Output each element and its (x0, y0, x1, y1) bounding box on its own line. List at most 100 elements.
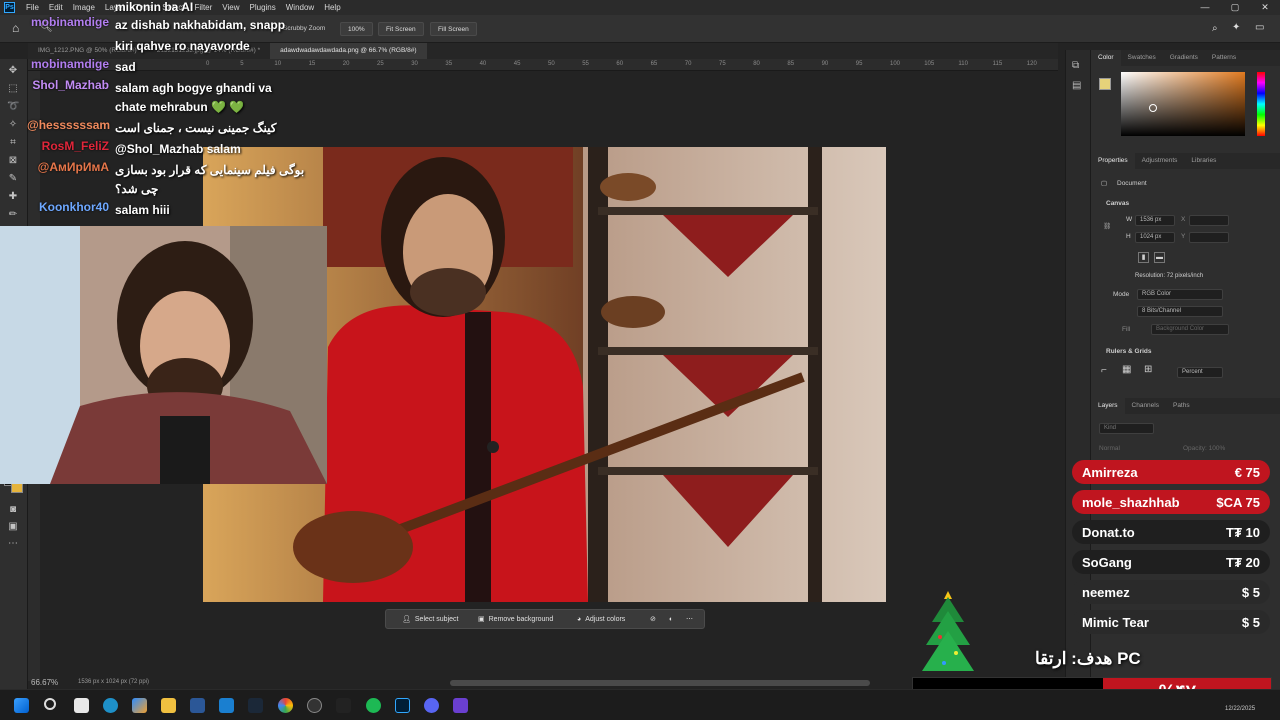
discord-icon[interactable] (424, 698, 439, 713)
layers-panel-tabs: Layers Channels Paths (1091, 398, 1280, 414)
maximize-button[interactable]: ▢ (1220, 0, 1250, 15)
move-tool-icon[interactable]: ✥ (7, 65, 19, 77)
chat-message: چی شد؟ (27, 179, 327, 199)
photoshop-taskbar-icon[interactable] (395, 698, 410, 713)
opacity-field[interactable]: Opacity: 100% (1183, 445, 1225, 452)
remove-background-button[interactable]: ▣ Remove background (478, 610, 553, 629)
landscape-icon[interactable]: ▬ (1154, 252, 1165, 263)
chat-username: @АмИрИмА (37, 160, 109, 174)
object-select-icon[interactable]: ✧ (7, 119, 19, 131)
taskbar-date: 12/22/2025 (1225, 706, 1256, 712)
edit-toolbar-icon[interactable]: ⋯ (7, 538, 19, 550)
eyedropper-icon[interactable]: ✎ (7, 173, 19, 185)
steam-icon[interactable] (248, 698, 263, 713)
chat-text: kiri qahve ro nayavorde (115, 39, 250, 53)
ruler-tick-label: 30 (411, 61, 418, 67)
hue-slider[interactable] (1257, 72, 1265, 136)
brush-tool-icon[interactable]: ✏ (7, 209, 19, 221)
more-options-icon[interactable]: ⋯ (686, 610, 693, 629)
tab-adjustments[interactable]: Adjustments (1135, 153, 1185, 169)
x-field[interactable] (1189, 215, 1229, 226)
donor-name: mole_shazhhab (1082, 494, 1180, 510)
minimize-button[interactable]: — (1190, 0, 1220, 15)
copilot-icon[interactable] (132, 698, 147, 713)
ruler-tick-label: 100 (890, 61, 901, 67)
height-field[interactable]: 1024 px (1135, 232, 1175, 243)
chat-username: @hessssssam (27, 118, 111, 132)
frame-tool-icon[interactable]: ⊠ (7, 155, 19, 167)
file-explorer-icon[interactable] (161, 698, 176, 713)
horizontal-scrollbar[interactable] (450, 680, 870, 686)
ruler-icon[interactable]: ⌐ (1101, 365, 1107, 376)
tab-color[interactable]: Color (1091, 50, 1121, 66)
color-picker-cursor[interactable] (1149, 104, 1157, 112)
mask-icon[interactable]: ⊘ (650, 610, 656, 629)
ruler-tick-label: 110 (958, 61, 968, 67)
spotify-icon[interactable] (366, 698, 381, 713)
adjustment-icon[interactable]: ◐ (669, 610, 673, 629)
canvas-section-title[interactable]: Canvas (1106, 200, 1129, 207)
rulers-grids-title[interactable]: Rulers & Grids (1106, 348, 1152, 355)
bit-depth-select[interactable]: 8 Bits/Channel (1137, 306, 1223, 317)
adjust-colors-button[interactable]: ◕ Adjust colors (577, 610, 625, 629)
search-icon[interactable]: ⌕ (1212, 23, 1218, 34)
blend-mode-select[interactable]: Normal (1099, 445, 1120, 452)
fit-screen-button[interactable]: Fit Screen (378, 22, 424, 36)
tab-channels[interactable]: Channels (1125, 398, 1166, 414)
layer-filter-input[interactable]: Kind (1099, 423, 1154, 434)
fill-select[interactable]: Background Color (1151, 324, 1229, 335)
workspace-icon[interactable]: ▭ (1255, 22, 1264, 33)
fill-screen-button[interactable]: Fill Screen (430, 22, 477, 36)
windows-start-icon[interactable] (14, 698, 29, 713)
tab-libraries[interactable]: Libraries (1184, 153, 1223, 169)
image-icon: ▣ (478, 616, 485, 623)
quick-mask-icon[interactable]: ◙ (7, 504, 19, 516)
tab-paths[interactable]: Paths (1166, 398, 1197, 414)
tab-patterns[interactable]: Patterns (1205, 50, 1243, 66)
tab-swatches[interactable]: Swatches (1121, 50, 1163, 66)
search-icon[interactable] (44, 698, 56, 710)
chat-message: @АмИрИмА بوگی فیلم سینمایی که قرار بود بس… (27, 160, 327, 180)
chat-text: کینگ جمینی نیست ، جمنای است (115, 121, 277, 135)
lasso-tool-icon[interactable]: ➰ (7, 101, 19, 113)
donation-item: mole_shazhhab $CA 75 (1072, 490, 1270, 514)
obs-icon[interactable] (307, 698, 322, 713)
home-icon[interactable]: ⌂ (12, 21, 19, 35)
tab-layers[interactable]: Layers (1091, 398, 1125, 414)
vscode-icon[interactable] (219, 698, 234, 713)
tab-gradients[interactable]: Gradients (1163, 50, 1205, 66)
edge-icon[interactable] (103, 698, 118, 713)
chrome-icon[interactable] (278, 698, 293, 713)
foreground-swatch[interactable] (1099, 78, 1111, 90)
word-icon[interactable] (190, 698, 205, 713)
ruler-tick-label: 25 (377, 61, 384, 67)
y-field[interactable] (1189, 232, 1229, 243)
color-field[interactable] (1121, 72, 1245, 136)
chat-message: mobinamdige sad (27, 57, 327, 77)
guides-icon[interactable]: ⊞ (1144, 364, 1152, 375)
history-icon[interactable]: ⧉ (1072, 60, 1079, 71)
chat-message: chate mehrabun 💚 💚 (27, 97, 327, 117)
width-field[interactable]: 1536 px (1135, 215, 1175, 226)
portrait-icon[interactable]: ▮ (1138, 252, 1149, 263)
crop-tool-icon[interactable]: ⌗ (7, 137, 19, 149)
close-button[interactable]: ✕ (1250, 0, 1280, 15)
tab-properties[interactable]: Properties (1091, 153, 1135, 169)
chat-message: mobinamdige az dishab nakhabidam, snapp (27, 15, 327, 35)
grid-icon[interactable]: ▦ (1122, 364, 1131, 375)
comments-icon[interactable]: ▤ (1072, 80, 1081, 91)
zoom-100-button[interactable]: 100% (340, 22, 373, 36)
link-icon[interactable]: ⛓ (1103, 222, 1111, 230)
mode-select[interactable]: RGB Color (1137, 289, 1223, 300)
screen-mode-icon[interactable]: ▣ (7, 521, 19, 533)
zoom-level[interactable]: 66.67% (31, 678, 58, 687)
donor-name: SoGang (1082, 554, 1132, 570)
rider-icon[interactable] (453, 698, 468, 713)
app-icon[interactable] (336, 698, 351, 713)
discover-icon[interactable]: ✦ (1232, 22, 1240, 33)
select-subject-button[interactable]: 👤︎ Select subject (402, 610, 458, 629)
healing-brush-icon[interactable]: ✚ (7, 191, 19, 203)
marquee-tool-icon[interactable]: ⬚ (7, 83, 19, 95)
units-select[interactable]: Percent (1177, 367, 1223, 378)
task-view-icon[interactable] (74, 698, 89, 713)
